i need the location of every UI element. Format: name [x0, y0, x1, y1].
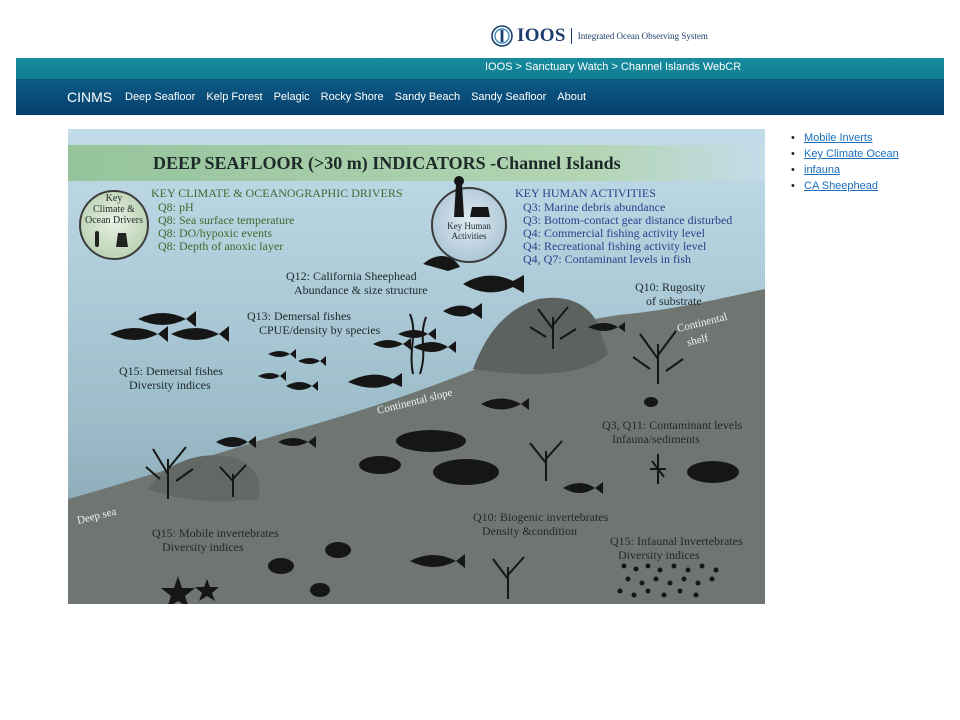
flatfish-icon	[396, 430, 466, 452]
climate-item: Q8: Sea surface temperature	[158, 213, 294, 227]
nav-link-sandy-beach[interactable]: Sandy Beach	[395, 91, 460, 103]
nav-links: Deep Seafloor Kelp Forest Pelagic Rocky …	[125, 91, 597, 103]
q3-q11-label: Q3, Q11: Contaminant levels	[602, 418, 743, 432]
human-badge-line-1: Key Human	[447, 221, 491, 231]
q15-mobile-sublabel: Diversity indices	[162, 540, 244, 554]
human-item: Q4: Recreational fishing activity level	[523, 239, 707, 253]
logo-tagline: Integrated Ocean Observing System	[577, 31, 708, 41]
crab-icon	[644, 397, 658, 407]
list-item: infauna	[791, 162, 899, 178]
ioos-globe-icon	[491, 25, 513, 47]
climate-heading: KEY CLIMATE & OCEANOGRAPHIC DRIVERS	[151, 186, 403, 200]
q15-infaunal-sublabel: Diversity indices	[618, 548, 700, 562]
climate-badge-line-1: Key	[106, 193, 123, 204]
crab-icon	[325, 542, 351, 558]
q3-q11-sublabel: Infauna/sediments	[612, 432, 700, 446]
q15-demersal-label: Q15: Demersal fishes	[119, 364, 223, 378]
human-heading: KEY HUMAN ACTIVITIES	[515, 186, 656, 200]
climate-badge-line-2: Climate &	[93, 204, 135, 215]
q10-rugosity-sublabel: of substrate	[646, 294, 702, 308]
climate-item: Q8: Depth of anoxic layer	[158, 239, 283, 253]
logo-divider	[570, 28, 572, 44]
ioos-logo[interactable]: IOOS Integrated Ocean Observing System	[491, 24, 708, 48]
climate-item: Q8: pH	[158, 200, 194, 214]
infauna-icon	[621, 563, 627, 569]
q13-sublabel: CPUE/density by species	[259, 323, 381, 337]
nav-link-about[interactable]: About	[557, 91, 586, 103]
list-item: Mobile Inverts	[791, 130, 899, 146]
human-item: Q4: Commercial fishing activity level	[523, 226, 706, 240]
list-item: CA Sheephead	[791, 178, 899, 194]
q15-demersal-sublabel: Diversity indices	[129, 378, 211, 392]
link-ca-sheephead[interactable]: CA Sheephead	[804, 180, 878, 192]
q10-biogenic-sublabel: Density &condition	[482, 524, 577, 538]
climate-badge-line-3: Ocean Drivers	[85, 215, 143, 226]
scene-title: DEEP SEAFLOOR (>30 m) INDICATORS -Channe…	[153, 153, 621, 174]
indicator-link-list: Mobile Inverts Key Climate Ocean infauna…	[791, 130, 899, 194]
nav-link-sandy-seafloor[interactable]: Sandy Seafloor	[471, 91, 546, 103]
nav-link-pelagic[interactable]: Pelagic	[274, 91, 310, 103]
list-item: Key Climate Ocean	[791, 146, 899, 162]
dog-icon	[470, 207, 490, 217]
human-item: Q3: Marine debris abundance	[523, 200, 665, 214]
q13-label: Q13: Demersal fishes	[247, 309, 351, 323]
deep-seafloor-illustration: DEEP SEAFLOOR (>30 m) INDICATORS -Channe…	[68, 129, 765, 604]
flatfish-icon	[359, 456, 401, 474]
scene-svg: DEEP SEAFLOOR (>30 m) INDICATORS -Channe…	[68, 129, 765, 604]
ph-flask-icon	[116, 233, 128, 247]
q10-biogenic-label: Q10: Biogenic invertebrates	[473, 510, 609, 524]
crab-icon	[268, 558, 294, 574]
nav-brand[interactable]: CINMS	[67, 89, 112, 105]
breadcrumb-bar: IOOS > Sanctuary Watch > Channel Islands…	[16, 58, 944, 79]
nav-link-kelp-forest[interactable]: Kelp Forest	[206, 91, 262, 103]
link-key-climate-ocean[interactable]: Key Climate Ocean	[804, 148, 899, 160]
q15-infaunal-label: Q15: Infaunal Invertebrates	[610, 534, 743, 548]
breadcrumb[interactable]: IOOS > Sanctuary Watch > Channel Islands…	[485, 61, 741, 73]
logo-wordmark: IOOS	[517, 25, 566, 46]
q12-label: Q12: California Sheephead	[286, 269, 417, 283]
human-item: Q4, Q7: Contaminant levels in fish	[523, 252, 691, 266]
q15-mobile-label: Q15: Mobile invertebrates	[152, 526, 279, 540]
main-nav: CINMS Deep Seafloor Kelp Forest Pelagic …	[16, 79, 944, 115]
q12-sublabel: Abundance & size structure	[294, 283, 428, 297]
flatfish-icon	[687, 461, 739, 483]
human-badge-line-2: Activities	[452, 231, 487, 241]
link-infauna[interactable]: infauna	[804, 164, 840, 176]
flatfish-icon	[433, 459, 499, 485]
climate-item: Q8: DO/hypoxic events	[158, 226, 272, 240]
thermometer-icon	[95, 231, 99, 247]
human-item: Q3: Bottom-contact gear distance disturb…	[523, 213, 732, 227]
nav-link-rocky-shore[interactable]: Rocky Shore	[321, 91, 384, 103]
q10-rugosity-label: Q10: Rugosity	[635, 280, 705, 294]
link-mobile-inverts[interactable]: Mobile Inverts	[804, 132, 872, 144]
nav-link-deep-seafloor[interactable]: Deep Seafloor	[125, 91, 195, 103]
crab-icon	[310, 583, 330, 597]
climate-badge: Key Climate & Ocean Drivers	[79, 190, 149, 260]
